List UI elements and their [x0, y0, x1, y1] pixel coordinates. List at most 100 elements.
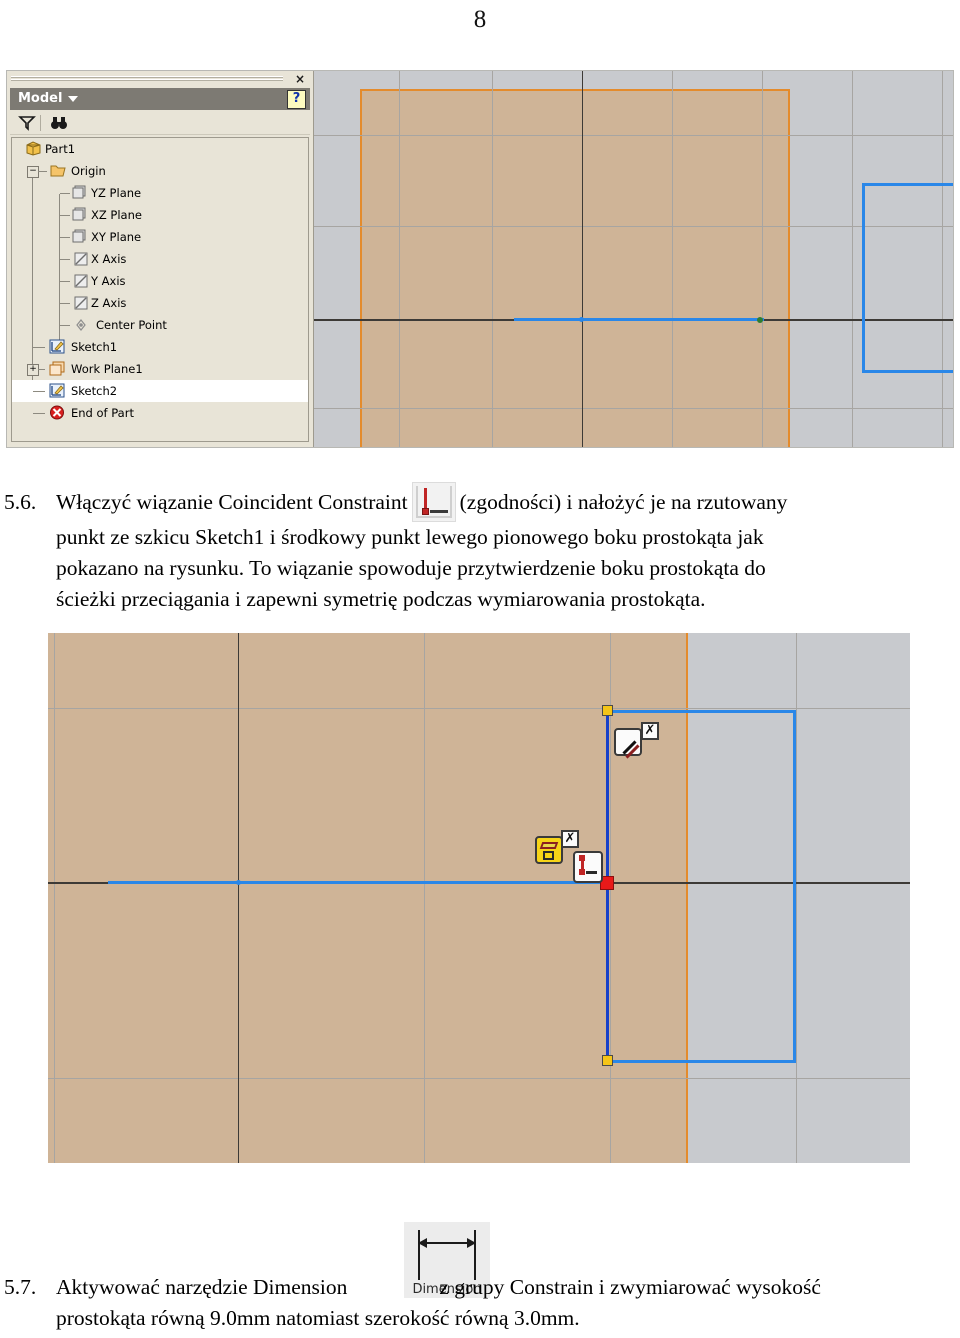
work-plane-fill [360, 89, 790, 447]
work-plane-edge-left [360, 89, 362, 447]
step-text-line-1: Aktywować narzędzie Dimension [56, 1275, 348, 1299]
tree-item-label: Work Plane1 [71, 362, 143, 376]
collapse-icon[interactable]: − [27, 166, 39, 178]
close-icon[interactable]: × [295, 73, 305, 85]
tree-item-label: XY Plane [91, 230, 142, 244]
icon-horizontal-bar [429, 510, 448, 513]
dimension-arrow-left [418, 1238, 427, 1248]
icon-rail-bottom [415, 516, 452, 518]
tree-item-label: Y Axis [91, 274, 126, 288]
tree-connector [33, 347, 45, 348]
tree-item-label: Sketch2 [71, 384, 118, 398]
tree-item-label: X Axis [91, 252, 127, 266]
grid-line [672, 71, 673, 447]
coincident-horizontal-bar [586, 871, 597, 874]
rectangle-edge-right[interactable] [793, 710, 796, 1063]
model-browser-panel: × Model ? Part1 − Origin YZ Plane XZ Pla… [7, 71, 314, 447]
browser-toolbar [10, 112, 310, 135]
vertical-axis [238, 633, 239, 1163]
step-text-line-2: z grupy Constrain i zwymiarować wysokość [439, 1275, 821, 1299]
part-cube-icon [26, 141, 41, 156]
tree-item-y-axis[interactable]: Y Axis [12, 270, 308, 292]
tree-item-center-point[interactable]: Center Point [12, 314, 308, 336]
projected-sketch-line[interactable] [108, 881, 608, 884]
model-tree[interactable]: Part1 − Origin YZ Plane XZ Plane XY Plan… [11, 137, 309, 442]
rectangle-edge-bottom[interactable] [862, 370, 953, 373]
icon-vertical-bar [423, 488, 427, 508]
projected-sketch-line[interactable] [514, 318, 764, 321]
rectangle-edge-left[interactable] [862, 183, 865, 373]
axis-icon [74, 273, 89, 288]
tree-item-xy-plane[interactable]: XY Plane [12, 226, 308, 248]
expand-icon[interactable]: + [27, 364, 39, 376]
tree-item-origin[interactable]: − Origin [12, 160, 308, 182]
end-of-part-icon [49, 405, 64, 420]
grid-line [796, 633, 797, 1163]
toolbar-separator [40, 115, 41, 131]
cad-screenshot-top: × Model ? Part1 − Origin YZ Plane XZ Pla… [6, 70, 954, 448]
close-icon[interactable]: ✗ [641, 722, 659, 740]
step-text-line-3-inner: punkt ze szkicu Sketch1 i środkowy punkt… [56, 525, 764, 549]
dimension-arrow-right [467, 1238, 476, 1248]
rectangle-edge-top[interactable] [606, 710, 796, 713]
endpoint-node-bottom[interactable] [602, 1055, 613, 1066]
grid-line [314, 408, 953, 409]
grid-line [942, 71, 943, 447]
tree-item-sketch2[interactable]: Sketch2 [12, 380, 308, 402]
tree-item-work-plane1[interactable]: + Work Plane1 [12, 358, 308, 380]
tree-item-x-axis[interactable]: X Axis [12, 248, 308, 270]
sketch-point-origin[interactable] [579, 317, 584, 322]
tree-item-label: YZ Plane [91, 186, 142, 200]
tree-item-z-axis[interactable]: Z Axis [12, 292, 308, 314]
sketch-point-origin[interactable] [236, 880, 241, 885]
tree-connector [60, 281, 70, 282]
sketch-icon [49, 383, 65, 398]
find-icon[interactable] [50, 115, 68, 131]
projected-glyph-box [535, 836, 563, 864]
sketch-point-end[interactable] [757, 317, 763, 323]
tree-connector [60, 215, 70, 216]
step-text-line-4-inner: pokazano na rysunku. To wiązanie spowodu… [56, 556, 766, 580]
tree-item-label: Part1 [45, 142, 76, 156]
browser-titlebar[interactable]: Model ? [10, 88, 310, 110]
tree-item-label: Origin [71, 164, 106, 178]
tree-item-part1[interactable]: Part1 [12, 138, 308, 160]
panel-grip[interactable] [11, 75, 283, 85]
rectangle-edge-bottom[interactable] [606, 1060, 796, 1063]
coincident-glyph-box [573, 851, 603, 883]
grid-line [762, 71, 763, 447]
step-text-line-3: punkt ze szkicu Sketch1 i środkowy punkt… [56, 522, 956, 553]
tree-item-xz-plane[interactable]: XZ Plane [12, 204, 308, 226]
step-text-line-1: Włączyć wiązanie Coincident Constraint [56, 489, 408, 514]
tree-connector [33, 391, 45, 392]
close-icon[interactable]: ✗ [561, 830, 579, 848]
icon-rail-right [449, 486, 452, 518]
axis-icon [74, 295, 89, 310]
chevron-down-icon[interactable] [68, 95, 79, 102]
icon-point-square [421, 508, 429, 515]
rectangle-edge-top[interactable] [862, 183, 953, 186]
tree-item-label: Sketch1 [71, 340, 118, 354]
tree-item-sketch1[interactable]: Sketch1 [12, 336, 308, 358]
coincident-constraint-icon[interactable] [411, 482, 456, 522]
tree-item-end-of-part[interactable]: End of Part [12, 402, 308, 424]
grid-line [399, 71, 400, 447]
folder-icon [50, 163, 66, 178]
icon-rail-left [415, 486, 418, 518]
help-icon[interactable]: ? [287, 90, 306, 109]
cad-viewport-top[interactable] [314, 71, 953, 447]
tree-item-yz-plane[interactable]: YZ Plane [12, 182, 308, 204]
tree-item-label: XZ Plane [91, 208, 142, 222]
grid-line [314, 226, 953, 227]
plane-icon [72, 185, 87, 200]
cad-screenshot-bottom: ✗ ✗ [48, 633, 910, 1163]
filter-icon[interactable] [18, 115, 36, 131]
grid-line [314, 135, 953, 136]
step-text-line-5: ścieżki przeciągania i zapewni symetrię … [56, 587, 706, 611]
center-point-icon [74, 317, 89, 332]
step-text-line-2: (zgodności) i nałożyć je na rzutowany [459, 489, 788, 514]
tree-connector [60, 325, 70, 326]
step-5-7-paragraph: 5.7. Aktywować narzędzie Dimension z gru… [4, 1272, 956, 1334]
vertical-axis [582, 71, 583, 447]
endpoint-node-top[interactable] [602, 705, 613, 716]
